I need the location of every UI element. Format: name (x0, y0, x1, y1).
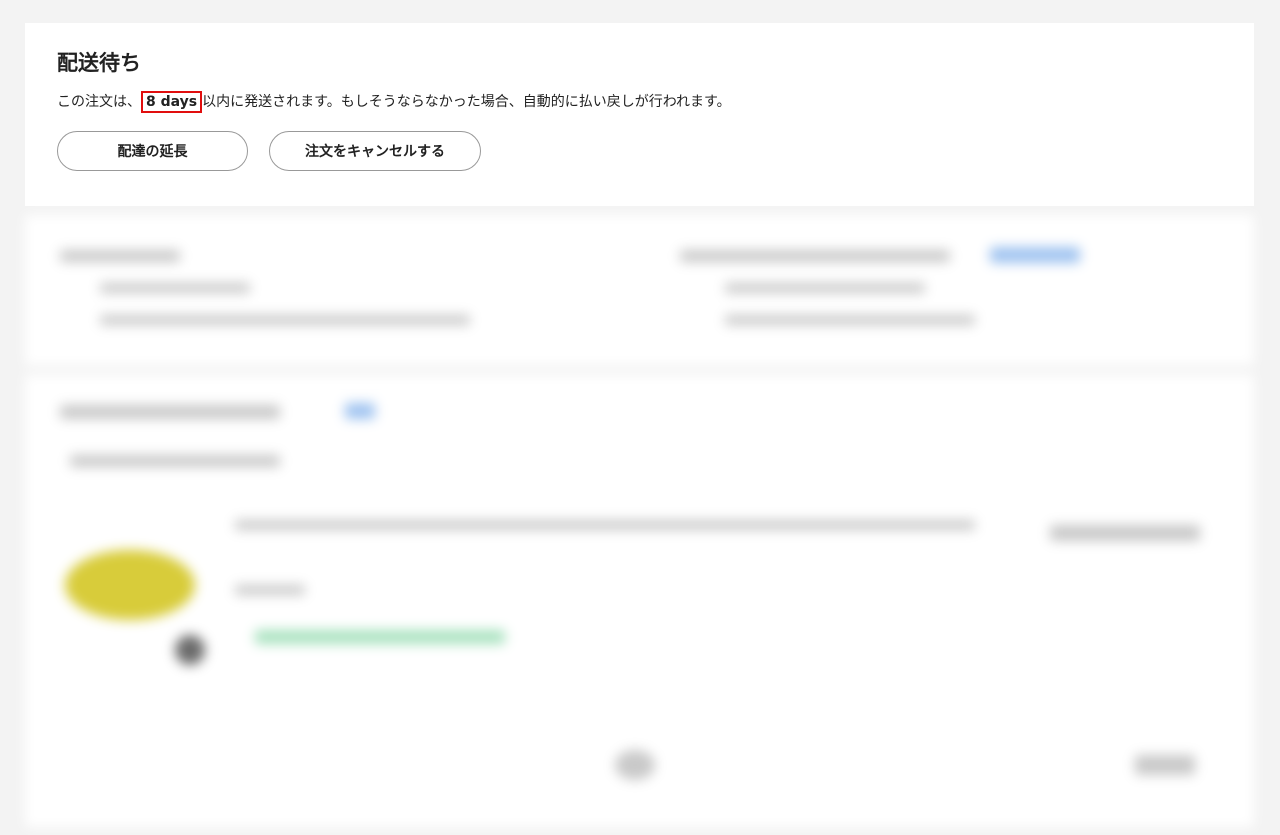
blurred-status (255, 630, 505, 644)
blurred-product-image (65, 550, 195, 620)
status-message-suffix: 以内に発送されます。もしそうならなかった場合、自動的に払い戻しが行われます。 (202, 94, 731, 110)
blurred-text (725, 283, 925, 293)
blurred-badge (175, 635, 205, 665)
blurred-price (1050, 525, 1200, 541)
extend-delivery-button[interactable]: 配達の延長 (57, 131, 248, 171)
status-message: この注文は、 8 days 以内に発送されます。もしそうならなかった場合、自動的に払… (57, 91, 1222, 113)
blurred-link (345, 403, 375, 419)
blurred-link (990, 247, 1080, 263)
status-title: 配送待ち (57, 51, 141, 75)
blurred-text (235, 520, 975, 530)
shipping-deadline-days: 8 days (141, 91, 203, 113)
blurred-icon (615, 750, 655, 780)
cancel-order-button[interactable]: 注文をキャンセルする (269, 131, 481, 171)
blurred-text (70, 455, 280, 467)
blurred-text (1135, 755, 1195, 775)
blurred-text (680, 250, 950, 262)
blurred-items-panel (25, 375, 1254, 827)
blurred-text (60, 250, 180, 262)
blurred-text (60, 405, 280, 419)
status-actions: 配達の延長 注文をキャンセルする (57, 131, 1222, 171)
blurred-text (725, 315, 975, 325)
order-status-card: 配送待ち この注文は、 8 days 以内に発送されます。もしそうならなかった場合、… (25, 23, 1254, 206)
blurred-text (235, 585, 305, 595)
status-message-prefix: この注文は、 (57, 94, 141, 110)
blurred-address-panel (25, 215, 1254, 365)
blurred-order-details (25, 215, 1254, 827)
blurred-text (100, 283, 250, 293)
blurred-text (100, 315, 470, 325)
